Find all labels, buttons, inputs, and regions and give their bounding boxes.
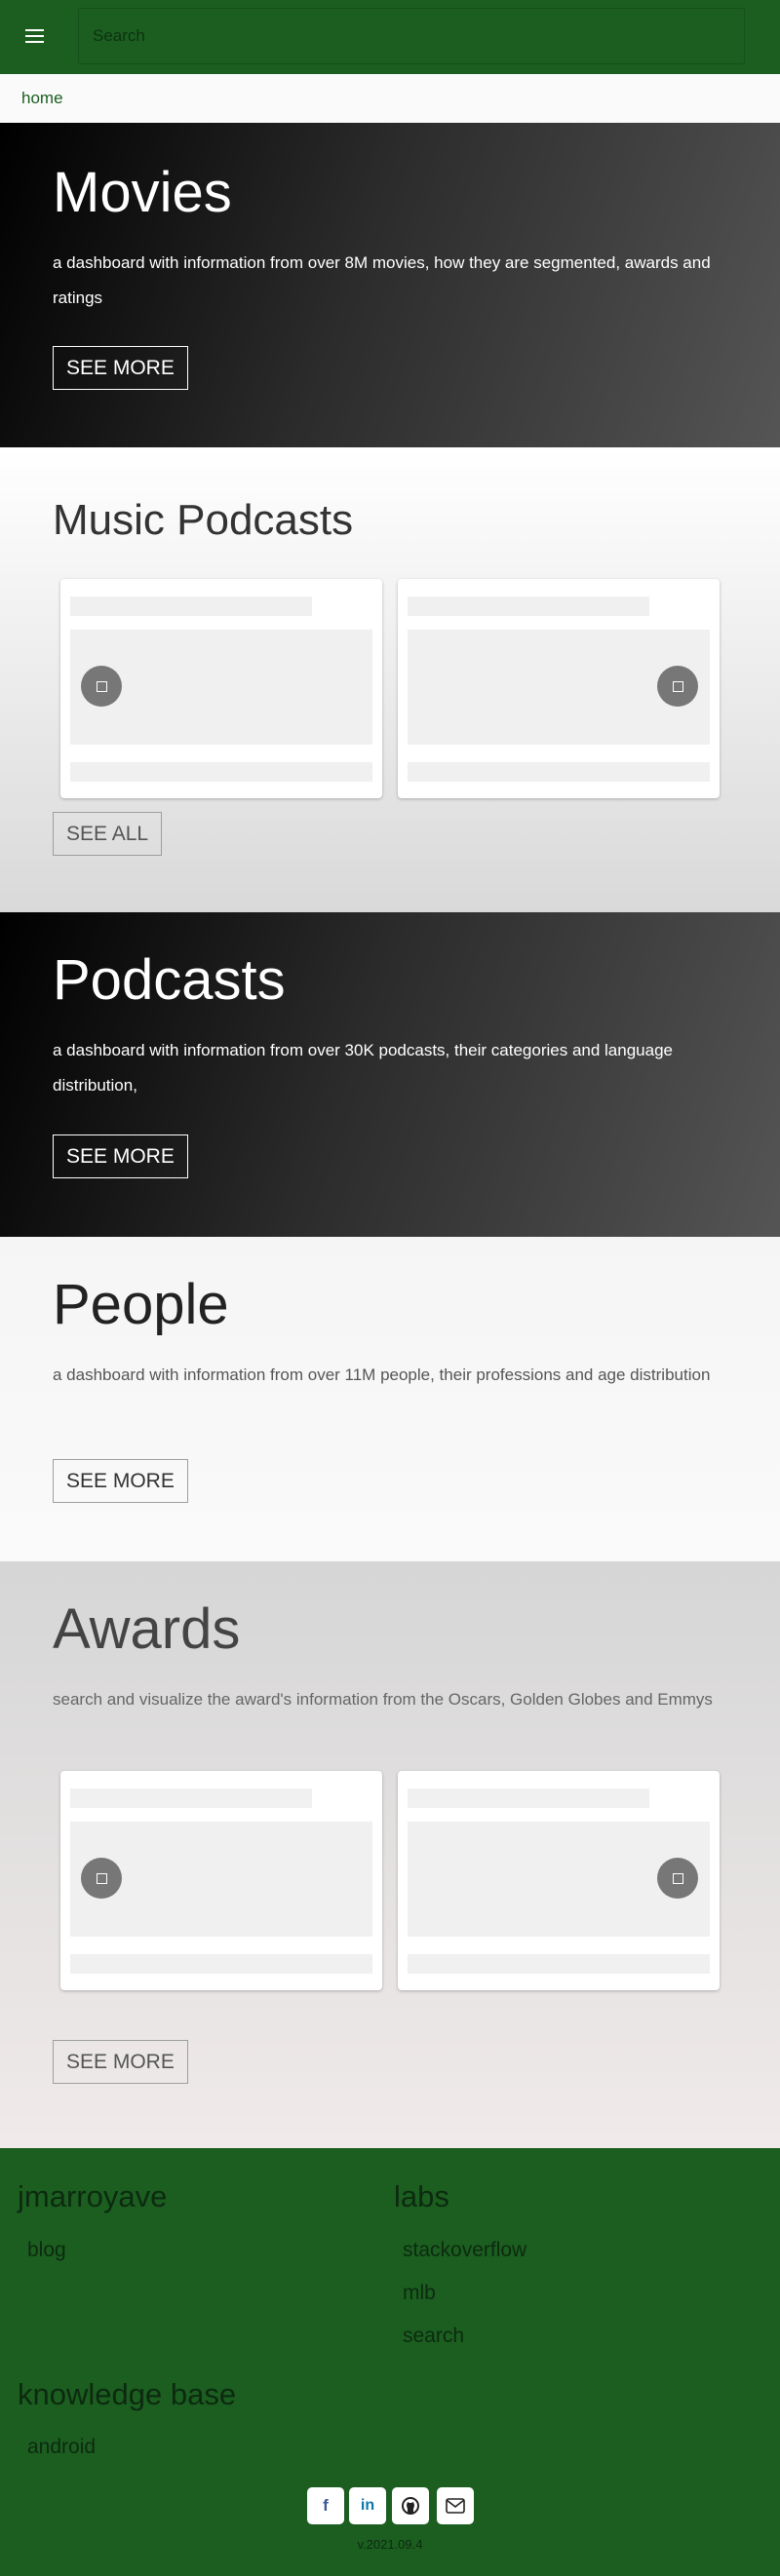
podcast-card-skeleton[interactable] [60, 579, 382, 798]
footer-link-mlb[interactable]: mlb [403, 2282, 436, 2305]
awards-description: search and visualize the award's informa… [53, 1690, 713, 1709]
footer-link-blog[interactable]: blog [27, 2239, 66, 2262]
hamburger-menu-icon[interactable] [23, 27, 47, 47]
awards-see-more-button[interactable]: SEE MORE [53, 2040, 188, 2084]
movies-description: a dashboard with information from over 8… [53, 253, 711, 307]
music-podcasts-section: Music Podcasts SEE ALL [0, 447, 780, 912]
movies-title: Movies [53, 161, 232, 224]
skeleton-line [408, 1954, 710, 1974]
play-icon[interactable] [81, 1858, 122, 1899]
music-podcasts-see-all-button[interactable]: SEE ALL [53, 812, 163, 856]
podcasts-title: Podcasts [53, 948, 286, 1012]
skeleton-line [70, 596, 312, 616]
skeleton-line [408, 762, 710, 782]
skeleton-line [408, 596, 649, 616]
podcast-card-skeleton[interactable] [398, 579, 720, 798]
people-description: a dashboard with information from over 1… [53, 1365, 711, 1384]
footer-link-stackoverflow[interactable]: stackoverflow [403, 2239, 526, 2262]
footer-link-search[interactable]: search [403, 2325, 464, 2348]
play-icon[interactable] [657, 1858, 698, 1899]
skeleton-line [70, 1788, 312, 1808]
top-app-bar [0, 0, 780, 74]
footer-heading-jmarroyave: jmarroyave [18, 2179, 168, 2213]
people-see-more-button[interactable]: SEE MORE [53, 1459, 188, 1503]
play-icon[interactable] [657, 666, 698, 707]
skeleton-line [70, 1954, 372, 1974]
search-input[interactable] [78, 8, 745, 64]
breadcrumb: home [0, 74, 780, 123]
version-label: v.2021.09.4 [357, 2537, 423, 2552]
podcasts-section: Podcasts a dashboard with information fr… [0, 912, 780, 1237]
breadcrumb-home-link[interactable]: home [21, 89, 63, 108]
facebook-icon[interactable]: f [307, 2487, 344, 2524]
people-title: People [53, 1273, 229, 1336]
movies-see-more-button[interactable]: SEE MORE [53, 346, 188, 390]
skeleton-line [70, 762, 372, 782]
footer-link-android[interactable]: android [27, 2436, 96, 2459]
award-card-skeleton[interactable] [60, 1771, 382, 1990]
music-podcasts-title: Music Podcasts [53, 496, 354, 544]
movies-section: Movies a dashboard with information from… [0, 123, 780, 447]
award-card-skeleton[interactable] [398, 1771, 720, 1990]
people-section: People a dashboard with information from… [0, 1237, 780, 1561]
footer-heading-knowledge-base: knowledge base [18, 2377, 237, 2411]
footer-heading-labs: labs [394, 2179, 449, 2213]
podcasts-description: a dashboard with information from over 3… [53, 1041, 673, 1095]
linkedin-icon[interactable]: in [349, 2487, 386, 2524]
podcasts-see-more-button[interactable]: SEE MORE [53, 1134, 188, 1178]
email-icon[interactable] [437, 2487, 474, 2524]
skeleton-line [408, 1788, 649, 1808]
github-icon[interactable] [392, 2487, 429, 2524]
play-icon[interactable] [81, 666, 122, 707]
awards-title: Awards [53, 1597, 241, 1661]
awards-section: Awards search and visualize the award's … [0, 1561, 780, 2148]
